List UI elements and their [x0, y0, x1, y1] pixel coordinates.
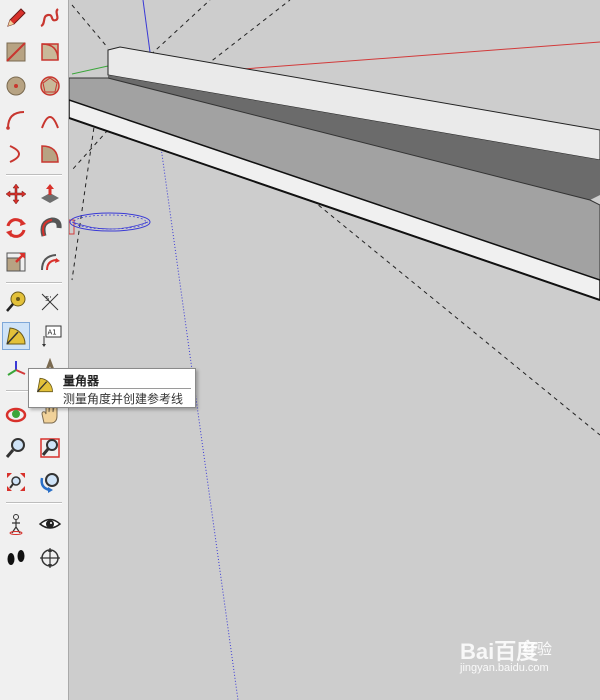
circle-tool-button[interactable]	[2, 72, 30, 100]
text-icon: A1	[42, 325, 62, 347]
follow-me-icon	[40, 217, 62, 237]
tooltip-divider	[63, 388, 191, 389]
position-camera-tool-button[interactable]	[2, 510, 30, 538]
protractor-tool-button[interactable]	[2, 322, 30, 350]
modeling-viewport[interactable]	[69, 0, 600, 700]
tool-tooltip: 量角器 测量角度并创建参考线	[28, 368, 196, 408]
pencil-icon	[7, 8, 26, 27]
offset-icon	[41, 254, 60, 271]
rotated-rectangle-tool-button[interactable]	[36, 38, 64, 66]
polygon-tool-button[interactable]	[36, 72, 64, 100]
circle-icon	[6, 76, 26, 96]
toolbar-divider	[6, 502, 62, 504]
axes-icon	[7, 361, 26, 376]
rotated-rectangle-icon	[41, 43, 59, 61]
tape-measure-tool-button[interactable]	[2, 288, 30, 316]
toolbar-divider	[6, 174, 62, 176]
orbit-tool-button[interactable]	[2, 400, 30, 428]
three-point-arc-icon	[9, 145, 20, 163]
arc-tool-button[interactable]	[2, 106, 30, 134]
polygon-icon	[40, 76, 60, 96]
freehand-tool-button[interactable]	[36, 4, 64, 32]
push-pull-tool-button[interactable]	[36, 180, 64, 208]
text-tool-button[interactable]: A1	[36, 322, 64, 350]
toolbar-divider	[6, 282, 62, 284]
watermark-text: 经验	[522, 640, 553, 658]
zoom-icon	[5, 438, 25, 458]
tooltip-title: 量角器	[63, 374, 100, 388]
scale-tool-button[interactable]	[2, 248, 30, 276]
dimension-icon: 5'	[41, 293, 59, 311]
zoom-window-icon	[40, 438, 60, 458]
two-point-arc-tool-button[interactable]	[36, 106, 64, 134]
look-around-tool-button[interactable]	[36, 510, 64, 538]
pencil-tool-button[interactable]	[2, 4, 30, 32]
offset-tool-button[interactable]	[36, 248, 64, 276]
rectangle-icon	[6, 42, 26, 62]
zoom-extents-tool-button[interactable]	[2, 468, 30, 496]
pie-tool-button[interactable]	[36, 140, 64, 168]
move-tool-button[interactable]	[2, 180, 30, 208]
two-point-arc-icon	[41, 116, 59, 129]
rotate-tool-button[interactable]	[2, 214, 30, 242]
pie-icon	[41, 145, 59, 163]
section-plane-icon	[40, 548, 60, 568]
freehand-icon	[40, 8, 59, 28]
walk-icon	[7, 550, 25, 565]
svg-text:A1: A1	[48, 329, 57, 337]
position-camera-icon	[9, 514, 23, 535]
push-pull-icon	[41, 184, 59, 203]
protractor-icon	[6, 327, 26, 345]
previous-view-icon	[40, 473, 59, 493]
zoom-tool-button[interactable]	[2, 434, 30, 462]
scale-icon	[6, 252, 26, 272]
arc-icon	[6, 111, 25, 130]
watermark-url: jingyan.baidu.com	[460, 662, 549, 674]
section-plane-tool-button[interactable]	[36, 544, 64, 572]
previous-view-tool-button[interactable]	[36, 468, 64, 496]
dimension-tool-button[interactable]: 5'	[36, 288, 64, 316]
rectangle-tool-button[interactable]	[2, 38, 30, 66]
rotate-icon	[6, 218, 26, 238]
protractor-icon	[36, 377, 53, 393]
move-icon	[5, 183, 27, 205]
tooltip-description: 测量角度并创建参考线	[63, 392, 184, 406]
tool-palette: 5' A1	[0, 0, 69, 700]
tape-measure-icon	[6, 291, 26, 312]
follow-me-tool-button[interactable]	[36, 214, 64, 242]
zoom-window-tool-button[interactable]	[36, 434, 64, 462]
walk-tool-button[interactable]	[2, 544, 30, 572]
svg-text:5': 5'	[45, 295, 51, 303]
orbit-icon	[5, 407, 27, 423]
baidu-watermark: Bai百度 经验 jingyan.baidu.com	[460, 630, 570, 676]
axes-tool-button[interactable]	[2, 356, 30, 384]
look-around-icon	[38, 518, 62, 529]
three-point-arc-tool-button[interactable]	[2, 140, 30, 168]
zoom-extents-icon	[7, 473, 25, 491]
